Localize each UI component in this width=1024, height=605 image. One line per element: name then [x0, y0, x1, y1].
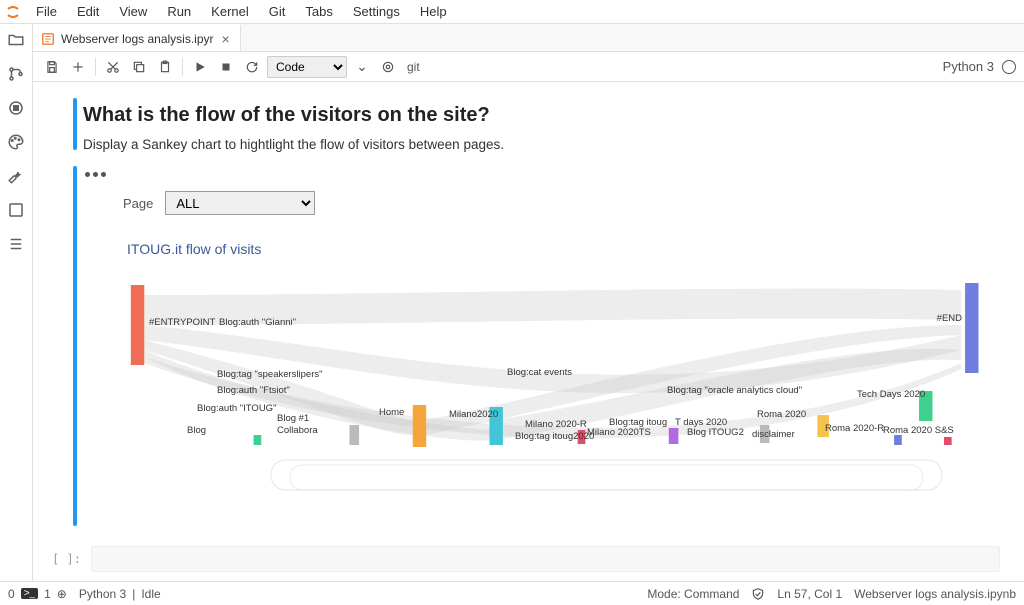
- menu-settings[interactable]: Settings: [343, 2, 410, 21]
- target-icon[interactable]: [377, 56, 399, 78]
- notebook-toolbar: Code ⌄ git Python 3: [33, 52, 1024, 82]
- menu-run[interactable]: Run: [157, 2, 201, 21]
- menu-edit[interactable]: Edit: [67, 2, 109, 21]
- status-mode: Mode: Command: [647, 587, 739, 601]
- menu-file[interactable]: File: [26, 2, 67, 21]
- widget-row: Page ALL: [83, 183, 1000, 223]
- palette-icon[interactable]: [6, 132, 26, 152]
- git-icon[interactable]: [6, 64, 26, 84]
- tab-notebook[interactable]: Webserver logs analysis.ipyr ×: [33, 24, 241, 51]
- menu-view[interactable]: View: [109, 2, 157, 21]
- markdown-heading: What is the flow of the visitors on the …: [83, 104, 1000, 127]
- jupyter-logo: [4, 3, 22, 21]
- tab-title: Webserver logs analysis.ipyr: [61, 32, 214, 46]
- notebook-icon: [41, 32, 55, 46]
- running-icon[interactable]: [6, 98, 26, 118]
- menu-kernel[interactable]: Kernel: [201, 2, 259, 21]
- collapsed-indicator[interactable]: [85, 166, 1000, 183]
- tab-close-icon[interactable]: ×: [220, 31, 232, 47]
- run-icon[interactable]: [189, 56, 211, 78]
- kernel-name[interactable]: Python 3: [943, 59, 998, 74]
- widget-label: Page: [123, 196, 153, 211]
- status-count-0: 0: [8, 587, 15, 601]
- kernel-status-icon[interactable]: [1002, 60, 1016, 74]
- notebook-area[interactable]: What is the flow of the visitors on the …: [33, 82, 1024, 581]
- add-cell-icon[interactable]: [67, 56, 89, 78]
- page-select[interactable]: ALL: [165, 191, 315, 215]
- statusbar: 0 >_ 1 ⊕ Python 3 | Idle Mode: Command L…: [0, 581, 1024, 605]
- cell-type-select[interactable]: Code: [267, 56, 347, 78]
- chart-title: ITOUG.it flow of visits: [83, 223, 1000, 265]
- git-button[interactable]: git: [403, 56, 424, 78]
- menu-help[interactable]: Help: [410, 2, 457, 21]
- restart-icon[interactable]: [241, 56, 263, 78]
- chevron-down-icon[interactable]: ⌄: [351, 56, 373, 78]
- status-kernel: Python 3: [79, 587, 126, 601]
- cell-prompt: [ ]:: [41, 552, 91, 566]
- paste-icon[interactable]: [154, 56, 176, 78]
- sankey-chart[interactable]: #ENTRYPOINT #END Blog:auth "Gianni" Blog…: [127, 265, 990, 525]
- markdown-paragraph: Display a Sankey chart to hightlight the…: [83, 137, 1000, 152]
- extension-icon[interactable]: [6, 200, 26, 220]
- copy-icon[interactable]: [128, 56, 150, 78]
- folder-icon[interactable]: [6, 30, 26, 50]
- cell-input[interactable]: [91, 546, 1000, 572]
- status-position: Ln 57, Col 1: [777, 587, 842, 601]
- status-state: Idle: [141, 587, 160, 601]
- save-icon[interactable]: [41, 56, 63, 78]
- menubar: File Edit View Run Kernel Git Tabs Setti…: [0, 0, 1024, 24]
- cut-icon[interactable]: [102, 56, 124, 78]
- globe-icon[interactable]: ⊕: [57, 587, 67, 601]
- tab-bar: Webserver logs analysis.ipyr ×: [33, 24, 1024, 52]
- menu-git[interactable]: Git: [259, 2, 296, 21]
- terminal-icon[interactable]: >_: [21, 588, 38, 599]
- status-filename: Webserver logs analysis.ipynb: [854, 587, 1016, 601]
- wrench-icon[interactable]: [6, 166, 26, 186]
- menu-tabs[interactable]: Tabs: [295, 2, 342, 21]
- toc-icon[interactable]: [6, 234, 26, 254]
- status-count-1: 1: [44, 587, 51, 601]
- activity-bar: [0, 24, 33, 581]
- stop-icon[interactable]: [215, 56, 237, 78]
- empty-code-cell[interactable]: [ ]:: [41, 546, 1000, 572]
- trusted-icon[interactable]: [751, 587, 765, 601]
